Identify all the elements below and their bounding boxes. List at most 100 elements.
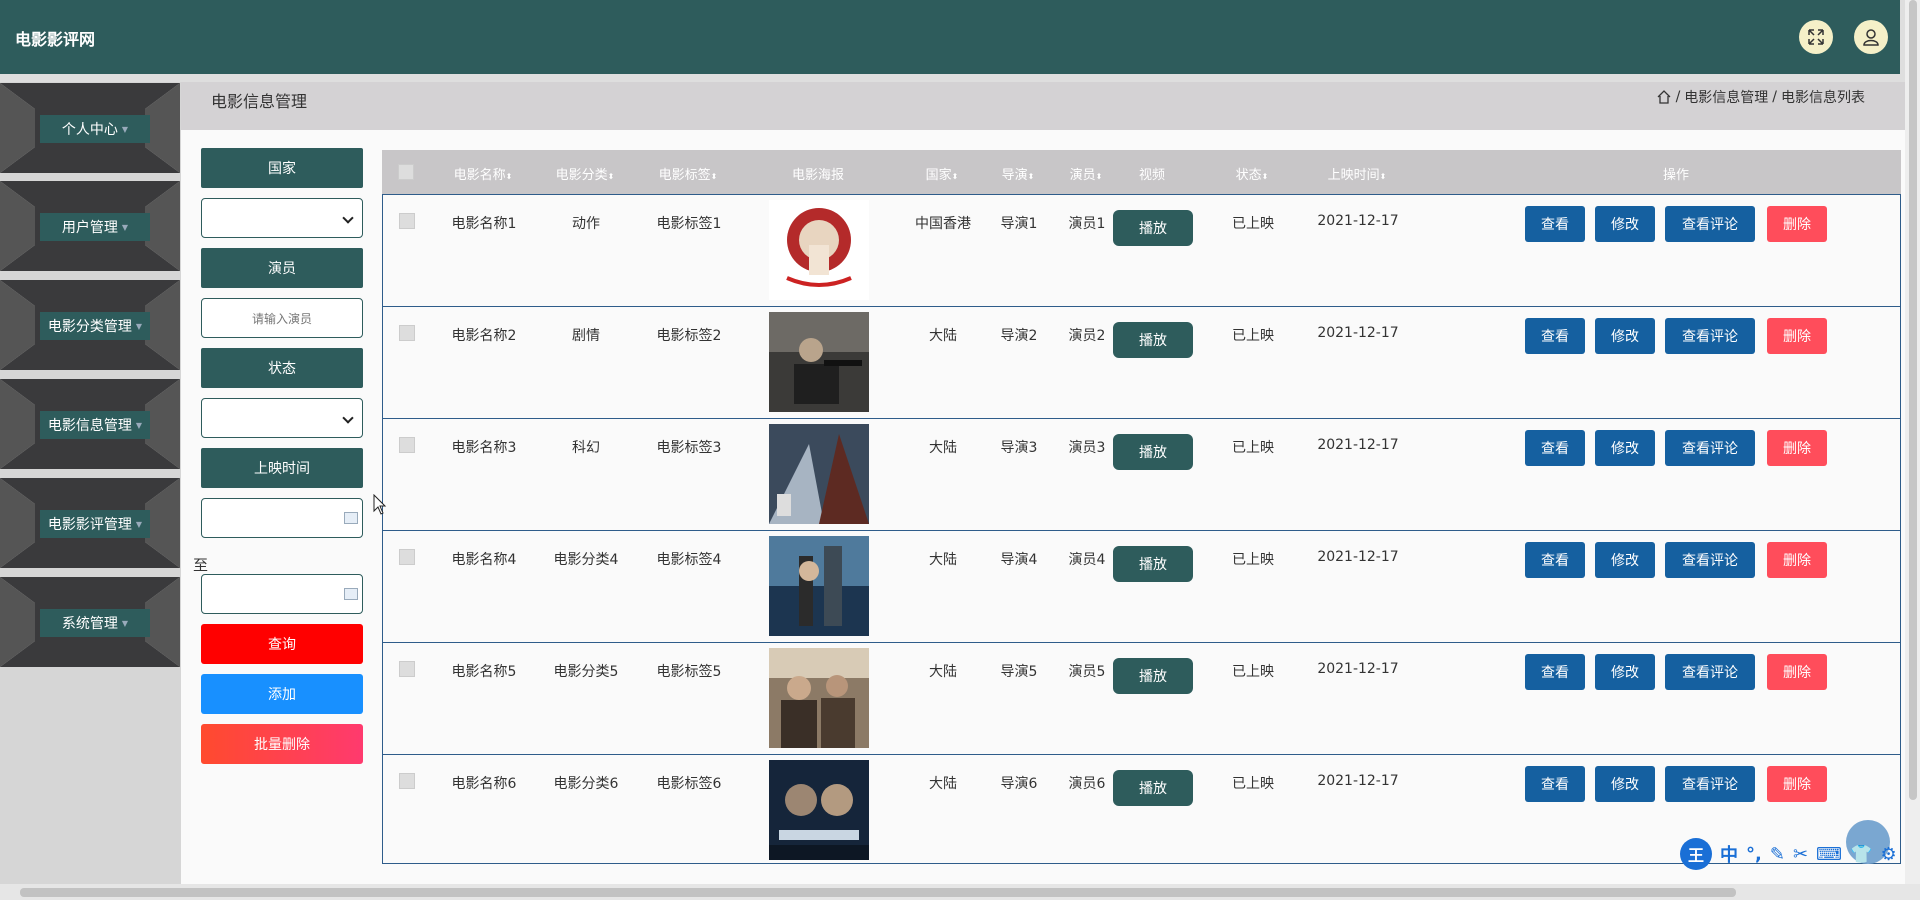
sidebar-item-review-management[interactable]: 电影影评管理 ▼ [0,478,180,568]
view-button[interactable]: 查看 [1525,318,1585,354]
column-header-actions: 操作 [1662,168,1690,183]
table-header: 电影名称⬍ 电影分类⬍ 电影标签⬍ 电影海报 国家⬍ 导演⬍ 演员⬍ 视频 状态… [382,150,1901,194]
view-comments-button[interactable]: 查看评论 [1665,654,1755,690]
sidebar-item-category-management[interactable]: 电影分类管理 ▼ [0,280,180,370]
view-button[interactable]: 查看 [1525,542,1585,578]
movie-release-date: 2021-12-17 [1317,549,1399,565]
play-button[interactable]: 播放 [1113,210,1193,246]
play-button[interactable]: 播放 [1113,322,1193,358]
sidebar-item-system-management[interactable]: 系统管理 ▼ [0,577,180,667]
add-button[interactable]: 添加 [201,674,363,714]
breadcrumb-separator: / [1772,89,1777,105]
delete-button[interactable]: 删除 [1767,318,1827,354]
release-start-date-input[interactable] [201,498,363,538]
breadcrumb: / 电影信息管理 / 电影信息列表 [1656,87,1865,107]
movie-actor: 演员6 [1068,776,1106,792]
table-row: 电影名称1 动作 电影标签1 中国香港 导演1 演员1 播放 已上映 2021-… [383,195,1900,307]
scissors-icon[interactable]: ✂ [1793,844,1808,865]
punctuation-icon[interactable]: °, [1746,844,1762,865]
query-button[interactable]: 查询 [201,624,363,664]
caret-down-icon: ▼ [135,420,143,430]
column-header-category[interactable]: 电影分类⬍ [556,164,615,183]
movie-director: 导演3 [1000,440,1038,456]
page-title: 电影信息管理 [211,92,308,111]
vertical-scrollbar[interactable] [1905,0,1920,884]
ime-logo[interactable]: 王 [1680,838,1712,870]
movie-director: 导演1 [1000,216,1038,232]
movie-poster [769,536,869,636]
play-button[interactable]: 播放 [1113,770,1193,806]
row-checkbox[interactable] [399,773,415,789]
column-header-director[interactable]: 导演⬍ [1002,164,1035,183]
row-checkbox[interactable] [399,325,415,341]
row-checkbox[interactable] [399,661,415,677]
view-comments-button[interactable]: 查看评论 [1665,430,1755,466]
edit-button[interactable]: 修改 [1595,766,1655,802]
breadcrumb-item[interactable]: 电影信息管理 [1684,87,1768,107]
delete-button[interactable]: 删除 [1767,542,1827,578]
status-select[interactable] [201,398,363,438]
country-select[interactable] [201,198,363,238]
column-header-tag[interactable]: 电影标签⬍ [659,164,718,183]
breadcrumb-item: 电影信息列表 [1781,90,1865,106]
view-comments-button[interactable]: 查看评论 [1665,206,1755,242]
row-checkbox[interactable] [399,437,415,453]
edit-button[interactable]: 修改 [1595,318,1655,354]
skin-icon[interactable]: 👕 [1850,844,1872,865]
edit-button[interactable]: 修改 [1595,430,1655,466]
ime-toolbar[interactable]: 王 中 °, ✎ ✂ ⌨ 👕 ⚙ [1680,836,1920,872]
sort-icon: ⬍ [1095,172,1103,181]
column-header-name[interactable]: 电影名称⬍ [454,164,513,183]
column-header-actor[interactable]: 演员⬍ [1070,164,1103,183]
keyboard-icon[interactable]: ⌨ [1816,844,1842,865]
edit-button[interactable]: 修改 [1595,206,1655,242]
horizontal-scroll-thumb[interactable] [20,888,1736,897]
select-all-checkbox[interactable] [398,164,414,180]
delete-button[interactable]: 删除 [1767,206,1827,242]
sort-icon: ⬍ [710,172,718,181]
view-comments-button[interactable]: 查看评论 [1665,318,1755,354]
view-button[interactable]: 查看 [1525,766,1585,802]
play-button[interactable]: 播放 [1113,434,1193,470]
movie-director: 导演6 [1000,776,1038,792]
table-row: 电影名称2 剧情 电影标签2 大陆 导演2 演员2 播放 已上映 2021-12… [383,307,1900,419]
movie-actor: 演员3 [1068,440,1106,456]
view-button[interactable]: 查看 [1525,430,1585,466]
row-checkbox[interactable] [399,549,415,565]
edit-button[interactable]: 修改 [1595,654,1655,690]
delete-button[interactable]: 删除 [1767,654,1827,690]
movie-tag: 电影标签2 [656,328,722,344]
settings-icon[interactable]: ⚙ [1880,844,1896,865]
horizontal-scrollbar[interactable] [0,884,1920,900]
sort-icon: ⬍ [505,172,513,181]
vertical-scroll-thumb[interactable] [1909,0,1917,800]
column-header-release-date[interactable]: 上映时间⬍ [1328,164,1387,183]
row-checkbox[interactable] [399,213,415,229]
view-button[interactable]: 查看 [1525,206,1585,242]
delete-button[interactable]: 删除 [1767,430,1827,466]
caret-down-icon: ▼ [135,519,143,529]
mouse-cursor-icon [373,494,387,515]
edit-button[interactable]: 修改 [1595,542,1655,578]
batch-delete-button[interactable]: 批量删除 [201,724,363,764]
release-end-date-input[interactable] [201,574,363,614]
calendar-icon[interactable] [344,588,358,600]
play-button[interactable]: 播放 [1113,546,1193,582]
column-header-status[interactable]: 状态⬍ [1236,164,1269,183]
calendar-icon[interactable] [344,512,358,524]
sidebar-item-movie-management[interactable]: 电影信息管理 ▼ [0,379,180,469]
view-comments-button[interactable]: 查看评论 [1665,542,1755,578]
view-button[interactable]: 查看 [1525,654,1585,690]
play-button[interactable]: 播放 [1113,658,1193,694]
sidebar-item-user-management[interactable]: 用户管理 ▼ [0,181,180,271]
ime-mode-toggle[interactable]: 中 [1720,841,1738,867]
column-header-country[interactable]: 国家⬍ [926,164,959,183]
fullscreen-icon[interactable] [1799,20,1833,54]
home-icon[interactable] [1656,89,1672,105]
sidebar-item-personal-center[interactable]: 个人中心 ▼ [0,83,180,173]
pen-icon[interactable]: ✎ [1770,844,1785,865]
view-comments-button[interactable]: 查看评论 [1665,766,1755,802]
actor-input[interactable]: 请输入演员 [201,298,363,338]
delete-button[interactable]: 删除 [1767,766,1827,802]
user-icon[interactable] [1854,20,1888,54]
